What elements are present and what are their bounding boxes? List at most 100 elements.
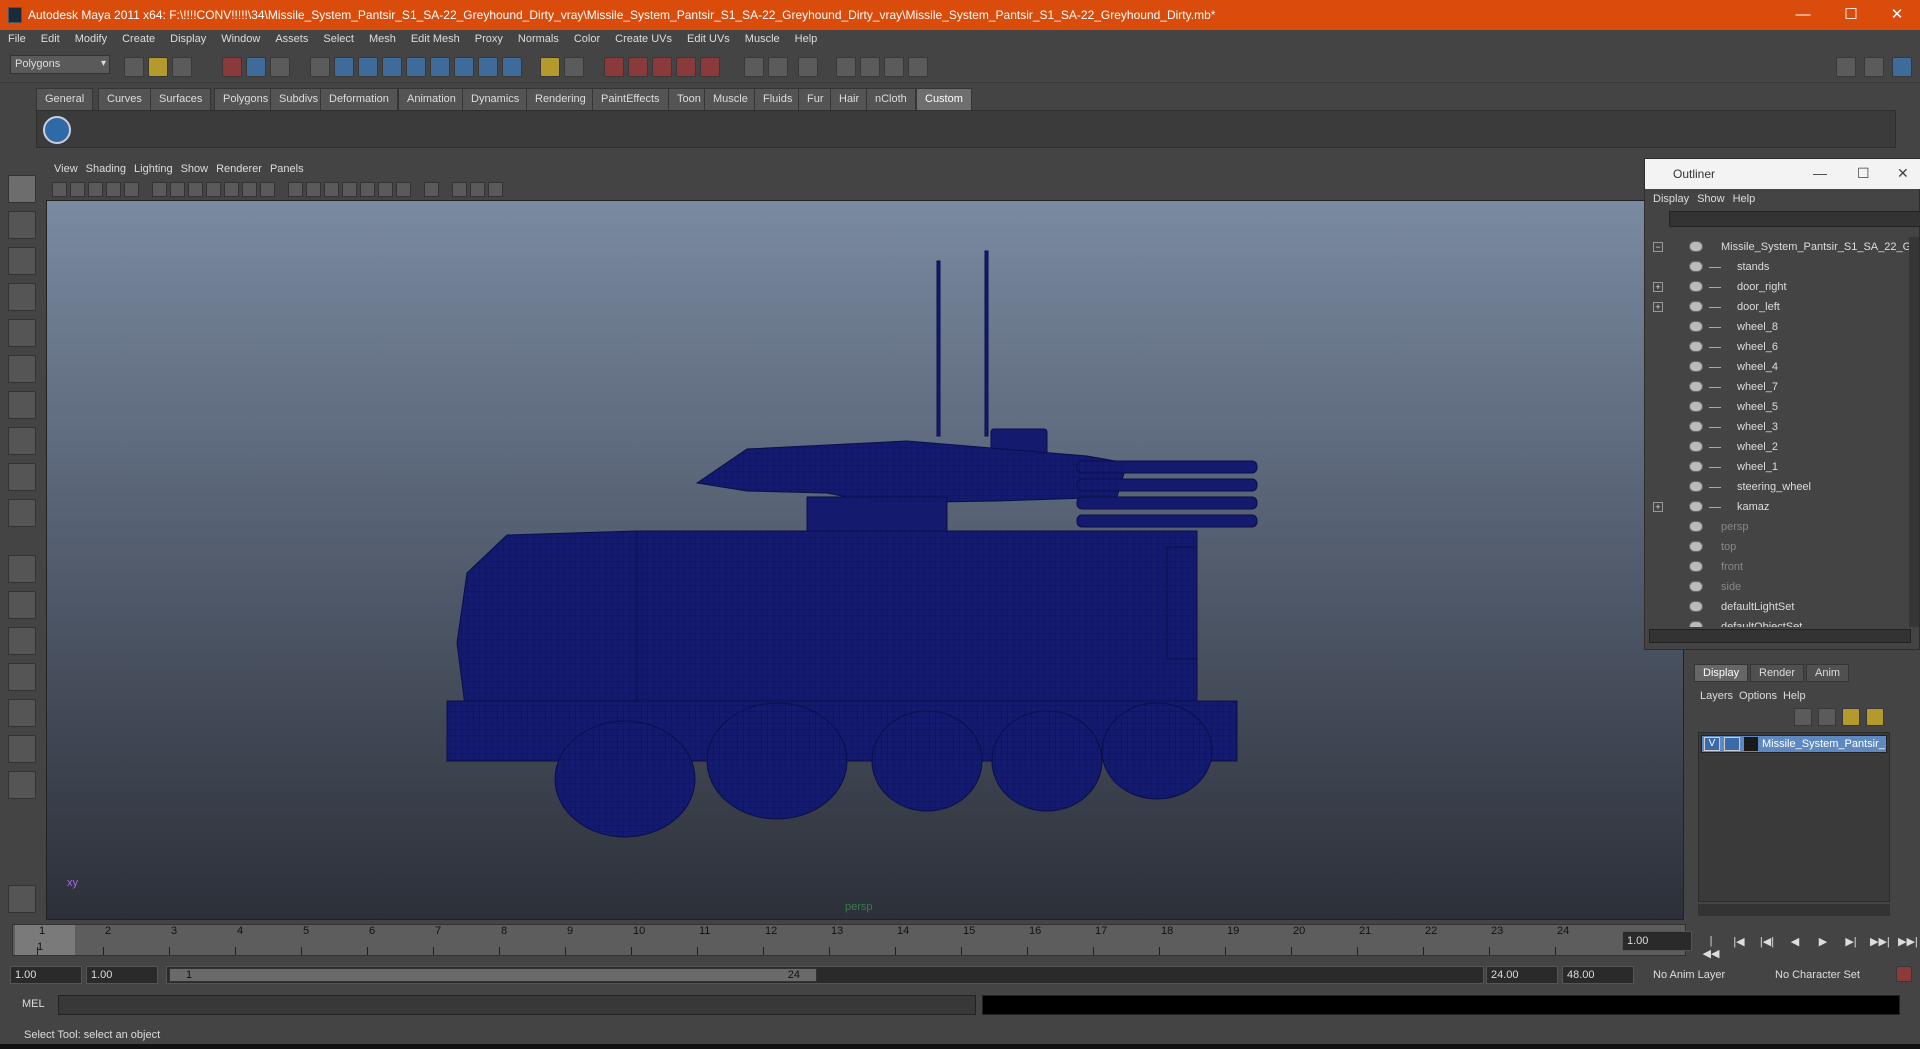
outliner-item[interactable]: wheel_2 [1645,437,1911,457]
snap-view-plane-icon[interactable] [676,57,696,77]
step-forward-frame-button[interactable]: ▶| [1842,935,1860,951]
outliner-filter-input[interactable] [1669,211,1920,227]
snap-grid-icon[interactable] [604,57,624,77]
select-rendering-icon[interactable] [478,57,498,77]
render-current-icon[interactable] [860,57,880,77]
minimize-button[interactable]: — [1780,0,1826,30]
rotate-tool-icon[interactable] [8,319,36,347]
grid-icon[interactable] [152,182,167,197]
render-view-icon[interactable] [836,57,856,77]
select-curves-icon[interactable] [382,57,402,77]
layer-row[interactable]: V Missile_System_Pantsir_S1 [1701,735,1887,753]
select-surfaces-icon[interactable] [406,57,426,77]
expand-toggle-icon[interactable]: + [1653,502,1663,512]
shelf-tab-rendering[interactable]: Rendering [526,88,595,110]
gate-mask-icon[interactable] [206,182,221,197]
outliner-item[interactable]: front [1645,557,1911,577]
outliner-item[interactable]: steering_wheel [1645,477,1911,497]
persp-outliner-layout-icon[interactable] [8,627,36,655]
playback-start-field[interactable]: 1.00 [86,966,158,984]
menu-edit-mesh[interactable]: Edit Mesh [403,30,467,45]
layer-tab-anim[interactable]: Anim [1806,664,1850,682]
menu-normals[interactable]: Normals [510,30,566,45]
outliner-close-button[interactable]: ✕ [1897,165,1909,182]
perspective-viewport[interactable]: xy persp [46,200,1684,920]
outliner-item[interactable]: wheel_5 [1645,397,1911,417]
menu-window[interactable]: Window [213,30,267,45]
2d-pan-zoom-icon[interactable] [124,182,139,197]
command-language-toggle[interactable]: MEL [22,998,45,1010]
menu-display[interactable]: Display [162,30,213,45]
tool-settings-icon[interactable] [1864,57,1884,77]
shelf-tab-muscle[interactable]: Muscle [704,88,757,110]
universal-manip-icon[interactable] [8,391,36,419]
menu-assets[interactable]: Assets [267,30,315,45]
playback-end-field[interactable]: 24.00 [1486,966,1558,984]
menu-muscle[interactable]: Muscle [737,30,787,45]
shelf-tab-polygons[interactable]: Polygons [214,88,278,110]
outliner-maximize-button[interactable]: ☐ [1857,165,1870,182]
image-plane-icon[interactable] [106,182,121,197]
viewport-menu-view[interactable]: View [54,163,78,175]
paint-select-tool-icon[interactable] [8,247,36,275]
layer-menu-layers[interactable]: Layers [1700,690,1733,702]
script-editor-icon[interactable] [8,885,36,913]
menu-edit[interactable]: Edit [33,30,67,45]
move-tool-icon[interactable] [8,283,36,311]
snap-point-icon[interactable] [652,57,672,77]
outliner-item[interactable]: + kamaz [1645,497,1911,517]
smooth-shade-icon[interactable] [306,182,321,197]
outliner-item[interactable]: wheel_3 [1645,417,1911,437]
layer-menu-options[interactable]: Options [1739,690,1777,702]
select-joints-icon[interactable] [358,57,378,77]
animation-start-field[interactable]: 1.00 [10,966,82,984]
range-slider[interactable]: 1 24 [166,966,1484,984]
layer-tab-display[interactable]: Display [1694,664,1749,682]
anim-layer-dropdown[interactable]: No Anim Layer [1648,966,1758,984]
animation-preferences-icon[interactable] [1896,966,1912,982]
outliner-item[interactable]: − Missile_System_Pantsir_S1_SA_22_Grey [1645,237,1911,257]
menu-create[interactable]: Create [114,30,162,45]
show-manip-icon[interactable] [8,463,36,491]
menu-file[interactable]: File [0,30,33,45]
go-to-end-button[interactable]: ▶▶| [1898,935,1918,951]
shelf-tab-fluids[interactable]: Fluids [754,88,802,110]
isolate-select-icon[interactable] [424,182,439,197]
menu-proxy[interactable]: Proxy [467,30,510,45]
outliner-item[interactable]: + door_right [1645,277,1911,297]
step-forward-key-button[interactable]: ▶▶| [1870,935,1890,951]
snap-curve-icon[interactable] [628,57,648,77]
expand-toggle-icon[interactable]: + [1653,282,1663,292]
play-backwards-button[interactable]: ◀ [1786,935,1804,951]
outliner-menu-show[interactable]: Show [1697,193,1725,205]
select-misc-icon[interactable] [502,57,522,77]
play-forwards-button[interactable]: ▶ [1814,935,1832,951]
mask-menu-icon[interactable] [310,57,330,77]
output-ops-icon[interactable] [768,57,788,77]
mel-command-input[interactable] [58,995,976,1015]
shelf-tab-subdivs[interactable]: Subdivs [270,88,328,110]
menu-color[interactable]: Color [566,30,607,45]
menuset-dropdown[interactable]: Polygons [10,55,110,74]
outliner-item[interactable]: persp [1645,517,1911,537]
make-live-icon[interactable] [700,57,720,77]
camera-attributes-icon[interactable] [70,182,85,197]
shelf-tab-dynamics[interactable]: Dynamics [462,88,529,110]
hud-icon[interactable] [488,182,503,197]
select-component-icon[interactable] [270,57,290,77]
shelf-tab-curves[interactable]: Curves [98,88,151,110]
menu-help[interactable]: Help [787,30,825,45]
expand-toggle-icon[interactable]: + [1653,302,1663,312]
use-default-light-icon[interactable] [360,182,375,197]
close-button[interactable]: ✕ [1874,0,1920,30]
select-handles-icon[interactable] [334,57,354,77]
outliner-item[interactable]: + door_left [1645,297,1911,317]
save-scene-icon[interactable] [172,57,192,77]
custom-shelf-check-icon[interactable] [43,116,71,144]
layout-options-icon[interactable] [8,771,36,799]
ipr-render-icon[interactable] [884,57,904,77]
outliner-menu-display[interactable]: Display [1653,193,1689,205]
outliner-item[interactable]: wheel_4 [1645,357,1911,377]
layer-tab-render[interactable]: Render [1750,664,1805,682]
expand-toggle-icon[interactable]: − [1653,242,1663,252]
